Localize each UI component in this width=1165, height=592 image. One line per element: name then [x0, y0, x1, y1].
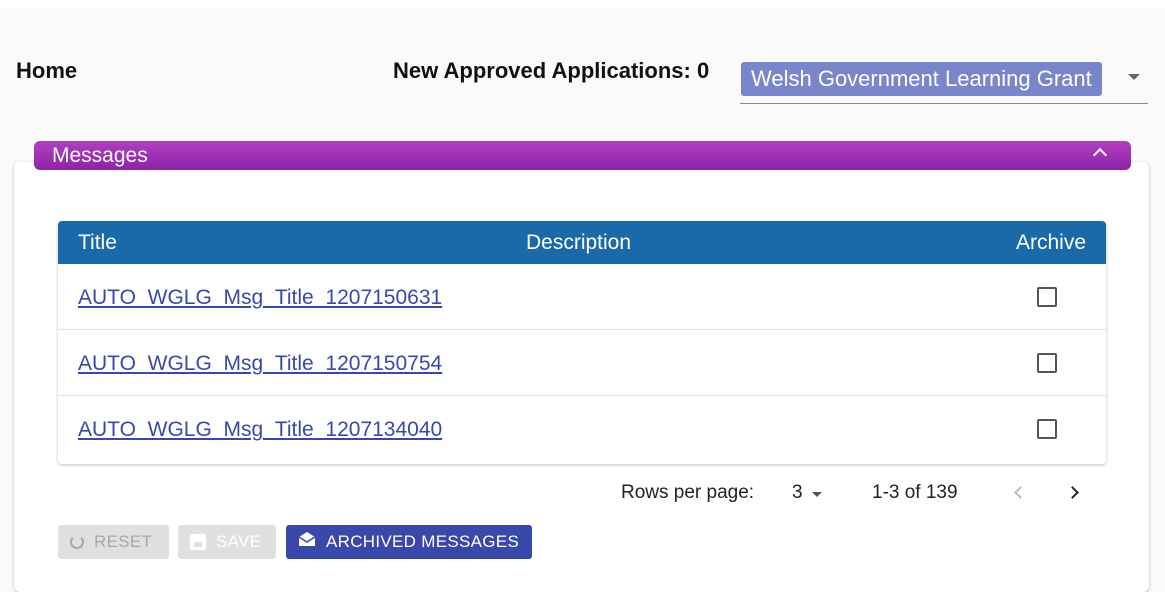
archive-checkbox[interactable] [1037, 353, 1057, 373]
archived-messages-button[interactable]: ARCHIVED MESSAGES [286, 525, 532, 559]
open-envelope-icon [298, 525, 316, 559]
message-title-link[interactable]: AUTO_WGLG_Msg_Title_1207134040 [78, 418, 442, 442]
messages-table: Title Description Archive AUTO_WGLG_Msg_… [58, 221, 1106, 464]
table-row: AUTO_WGLG_Msg_Title_1207134040 [58, 396, 1106, 462]
table-header: Title Description Archive [58, 221, 1106, 264]
column-header-description[interactable]: Description [526, 231, 631, 255]
rows-per-page-select[interactable]: 3 [792, 482, 803, 504]
archive-checkbox[interactable] [1037, 287, 1057, 307]
reset-icon [70, 535, 84, 549]
message-title-link[interactable]: AUTO_WGLG_Msg_Title_1207150631 [78, 286, 442, 310]
scheme-select[interactable]: Welsh Government Learning Grant [740, 60, 1148, 104]
pagination-range: 1-3 of 139 [872, 482, 958, 503]
caret-down-icon[interactable] [812, 492, 822, 497]
reset-button[interactable]: RESET [58, 525, 169, 559]
scheme-selected-chip: Welsh Government Learning Grant [741, 62, 1102, 96]
column-header-title[interactable]: Title [78, 231, 117, 255]
column-header-archive[interactable]: Archive [1016, 231, 1086, 255]
archived-messages-button-label: ARCHIVED MESSAGES [326, 532, 520, 551]
messages-panel-header[interactable]: Messages [34, 141, 1131, 170]
approved-applications-count: New Approved Applications: 0 [393, 58, 710, 83]
table-row: AUTO_WGLG_Msg_Title_1207150631 [58, 264, 1106, 330]
messages-panel-title: Messages [52, 144, 148, 167]
rows-per-page-label: Rows per page: [621, 482, 755, 503]
top-strip [0, 0, 1165, 8]
page-title: Home [16, 58, 78, 83]
caret-down-icon[interactable] [1128, 74, 1140, 80]
table-row: AUTO_WGLG_Msg_Title_1207150754 [58, 330, 1106, 396]
save-button[interactable]: SAVE [178, 525, 276, 559]
chevron-up-icon[interactable] [1092, 147, 1108, 163]
save-icon [190, 534, 206, 550]
message-title-link[interactable]: AUTO_WGLG_Msg_Title_1207150754 [78, 352, 442, 376]
save-button-label: SAVE [216, 532, 262, 551]
reset-button-label: RESET [94, 532, 153, 551]
archive-checkbox[interactable] [1037, 419, 1057, 439]
